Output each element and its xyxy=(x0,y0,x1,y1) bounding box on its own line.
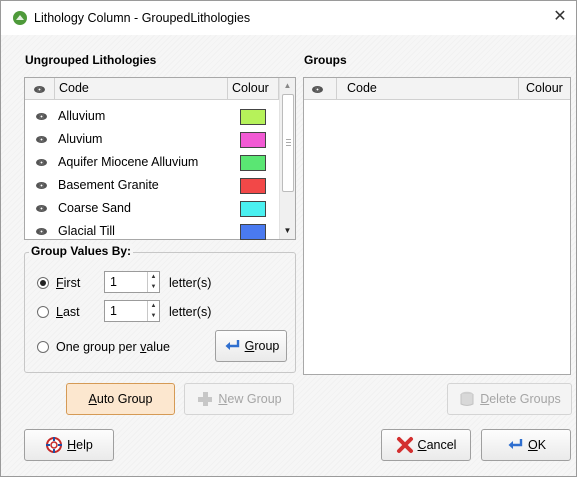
code-column-header[interactable]: Code xyxy=(55,78,228,100)
colour-swatch[interactable] xyxy=(240,155,266,171)
table-row[interactable]: Aquifer Miocene Alluvium xyxy=(25,151,295,174)
colour-swatch[interactable] xyxy=(240,224,266,240)
last-label: Last xyxy=(56,305,80,319)
code-column-header[interactable]: Code xyxy=(337,78,519,100)
lifebuoy-icon xyxy=(45,436,63,454)
delete-groups-button[interactable]: Delete Groups xyxy=(447,383,572,415)
row-code: Aquifer Miocene Alluvium xyxy=(58,155,199,169)
eye-icon[interactable] xyxy=(36,136,47,143)
colour-swatch[interactable] xyxy=(240,178,266,194)
help-button[interactable]: Help xyxy=(24,429,114,461)
scroll-thumb[interactable] xyxy=(282,94,294,192)
spin-up-icon[interactable]: ▲ xyxy=(148,272,159,282)
eye-icon[interactable] xyxy=(36,228,47,235)
colour-column-header[interactable]: Colour xyxy=(228,78,279,100)
row-code: Alluvium xyxy=(58,109,106,123)
group-button[interactable]: Group xyxy=(215,330,287,362)
title-bar: Lithology Column - GroupedLithologies ✕ xyxy=(1,1,576,35)
table-row[interactable]: Alluvium xyxy=(25,105,295,128)
colour-swatch[interactable] xyxy=(240,132,266,148)
spin-down-icon[interactable]: ▼ xyxy=(148,311,159,321)
first-radio[interactable] xyxy=(37,277,49,289)
dialog-window: Lithology Column - GroupedLithologies ✕ … xyxy=(0,0,577,477)
row-code: Glacial Till xyxy=(58,224,115,238)
ungrouped-table[interactable]: Code Colour Alluvium Aluvium Aquifer Mio… xyxy=(24,77,296,240)
arrow-return-icon xyxy=(223,337,241,355)
row-code: Coarse Sand xyxy=(58,201,131,215)
spin-down-icon[interactable]: ▼ xyxy=(148,282,159,292)
ungrouped-label: Ungrouped Lithologies xyxy=(25,53,157,67)
visibility-column-header[interactable] xyxy=(304,78,337,100)
colour-swatch[interactable] xyxy=(240,109,266,125)
scroll-down-icon[interactable]: ▼ xyxy=(280,224,295,238)
ok-button[interactable]: OK xyxy=(481,429,571,461)
ungrouped-table-header: Code Colour xyxy=(25,78,295,100)
last-suffix: letter(s) xyxy=(169,305,212,319)
first-letters-input[interactable] xyxy=(105,272,145,292)
row-code: Aluvium xyxy=(58,132,103,146)
eye-icon[interactable] xyxy=(36,159,47,166)
groups-table-header: Code Colour xyxy=(304,78,570,100)
spin-arrows[interactable]: ▲ ▼ xyxy=(147,301,159,321)
first-suffix: letter(s) xyxy=(169,276,212,290)
last-radio[interactable] xyxy=(37,306,49,318)
colour-swatch[interactable] xyxy=(240,201,266,217)
table-row[interactable]: Aluvium xyxy=(25,128,295,151)
eye-icon[interactable] xyxy=(36,113,47,120)
colour-column-header[interactable]: Colour xyxy=(519,78,572,100)
close-icon[interactable]: ✕ xyxy=(550,7,570,27)
first-letters-spinbox[interactable]: ▲ ▼ xyxy=(104,271,160,293)
new-group-button[interactable]: New Group xyxy=(184,383,294,415)
eye-icon xyxy=(312,86,323,93)
eye-icon xyxy=(34,86,45,93)
groups-table[interactable]: Code Colour xyxy=(303,77,571,375)
arrow-return-icon xyxy=(506,436,524,454)
last-letters-input[interactable] xyxy=(105,301,145,321)
red-x-icon xyxy=(396,436,414,454)
row-code: Basement Granite xyxy=(58,178,159,192)
auto-group-button[interactable]: Auto Group xyxy=(66,383,175,415)
trash-icon xyxy=(458,390,476,408)
eye-icon[interactable] xyxy=(36,182,47,189)
spin-arrows[interactable]: ▲ ▼ xyxy=(147,272,159,292)
group-values-label: Group Values By: xyxy=(29,244,134,258)
table-row[interactable]: Glacial Till xyxy=(25,220,295,243)
leapfrog-icon xyxy=(13,11,27,25)
groups-label: Groups xyxy=(304,53,347,67)
plus-icon xyxy=(196,390,214,408)
vertical-scrollbar[interactable]: ▲ ▼ xyxy=(279,78,295,239)
cancel-button[interactable]: Cancel xyxy=(381,429,471,461)
window-title: Lithology Column - GroupedLithologies xyxy=(34,11,251,25)
table-row[interactable]: Basement Granite xyxy=(25,174,295,197)
one-per-value-radio[interactable] xyxy=(37,341,49,353)
first-label: First xyxy=(56,276,81,290)
spin-up-icon[interactable]: ▲ xyxy=(148,301,159,311)
table-row[interactable]: Coarse Sand xyxy=(25,197,295,220)
scroll-up-icon[interactable]: ▲ xyxy=(280,79,295,93)
visibility-column-header[interactable] xyxy=(25,78,55,100)
eye-icon[interactable] xyxy=(36,205,47,212)
one-per-value-label: One group per value xyxy=(56,340,170,354)
last-letters-spinbox[interactable]: ▲ ▼ xyxy=(104,300,160,322)
